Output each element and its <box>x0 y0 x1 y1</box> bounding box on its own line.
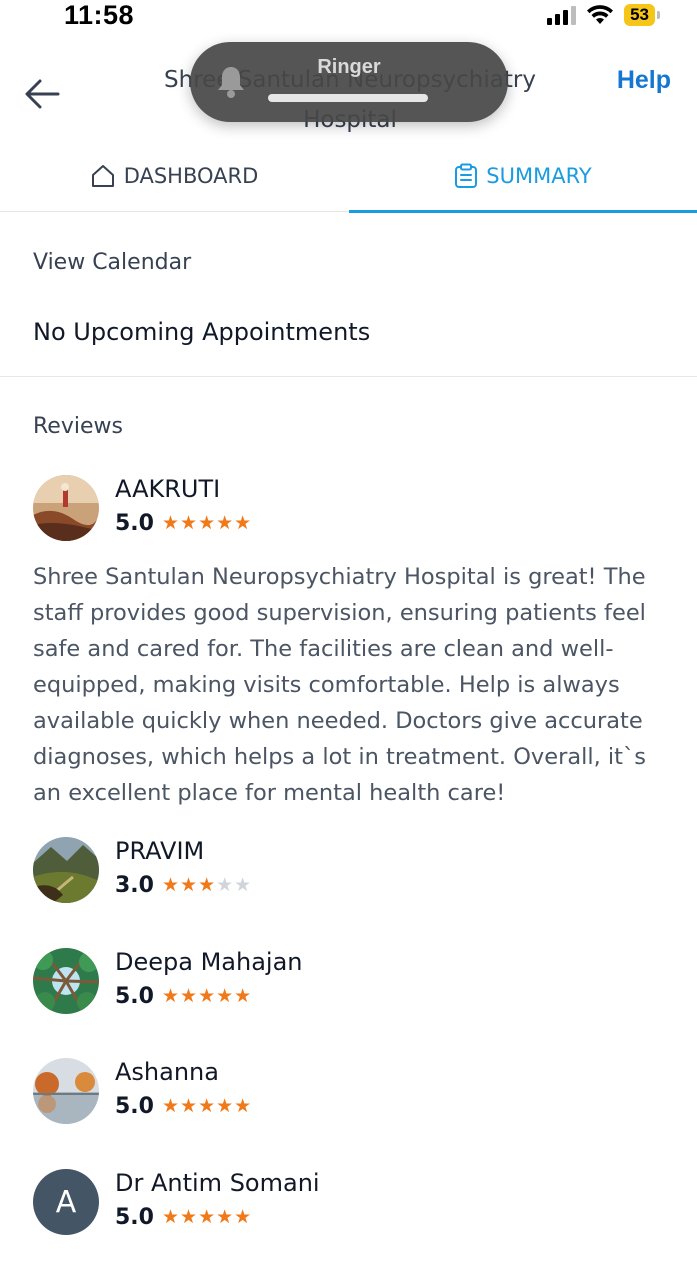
star-filled-icon: ★ <box>198 512 216 534</box>
avatar <box>33 837 99 903</box>
section-divider <box>0 376 697 377</box>
star-filled-icon: ★ <box>234 1095 252 1117</box>
cellular-signal-icon <box>547 5 577 25</box>
clipboard-icon <box>455 163 478 188</box>
ringer-overlay: Ringer <box>190 42 508 122</box>
star-rating: ★ ★ ★ ★ ★ <box>162 876 251 895</box>
star-filled-icon: ★ <box>161 1206 180 1228</box>
avatar <box>33 1058 99 1124</box>
tab-bar: DASHBOARD SUMMARY <box>0 140 697 213</box>
star-filled-icon: ★ <box>180 1206 198 1228</box>
star-filled-icon: ★ <box>180 1095 198 1117</box>
rating-value: 5.0 <box>115 511 154 536</box>
ringer-label: Ringer <box>317 56 381 78</box>
star-filled-icon: ★ <box>234 512 252 534</box>
avatar <box>33 948 99 1014</box>
star-filled-icon: ★ <box>216 1206 234 1228</box>
star-filled-icon: ★ <box>198 874 216 896</box>
star-empty-icon: ★ <box>234 874 252 896</box>
star-filled-icon: ★ <box>198 985 216 1007</box>
star-rating: ★ ★ ★ ★ ★ <box>162 1097 251 1116</box>
wifi-icon <box>587 5 614 24</box>
home-icon <box>91 165 114 187</box>
star-filled-icon: ★ <box>234 1206 252 1228</box>
reviewer-name: Ashanna <box>115 1058 219 1086</box>
star-filled-icon: ★ <box>180 512 198 534</box>
star-filled-icon: ★ <box>161 1095 180 1117</box>
rating-row: 3.0 ★ ★ ★ ★ ★ <box>115 873 251 898</box>
status-time: 11:58 <box>64 0 135 30</box>
battery-indicator: 53 <box>624 4 660 26</box>
review-text: Shree Santulan Neuropsychiatry Hospital … <box>33 564 646 806</box>
star-filled-icon: ★ <box>198 1206 216 1228</box>
star-filled-icon: ★ <box>161 985 180 1007</box>
view-calendar-link[interactable]: View Calendar <box>33 250 191 275</box>
rating-value: 3.0 <box>115 873 154 898</box>
star-filled-icon: ★ <box>161 512 180 534</box>
rating-row: 5.0 ★ ★ ★ ★ ★ <box>115 511 251 536</box>
rating-row: 5.0 ★ ★ ★ ★ ★ <box>115 1094 251 1119</box>
tab-dashboard[interactable]: DASHBOARD <box>0 140 348 212</box>
star-filled-icon: ★ <box>198 1095 216 1117</box>
status-icons: 53 <box>547 4 660 26</box>
reviews-heading: Reviews <box>33 414 123 439</box>
tab-summary-label: SUMMARY <box>486 164 592 188</box>
back-button[interactable] <box>22 74 62 114</box>
rating-value: 5.0 <box>115 1205 154 1230</box>
reviewer-name: AAKRUTI <box>115 475 221 503</box>
status-bar: 11:58 53 <box>0 0 697 36</box>
rating-value: 5.0 <box>115 1094 154 1119</box>
star-filled-icon: ★ <box>180 985 198 1007</box>
star-filled-icon: ★ <box>216 1095 234 1117</box>
avatar <box>33 475 99 541</box>
tab-summary[interactable]: SUMMARY <box>349 140 697 213</box>
star-filled-icon: ★ <box>161 874 180 896</box>
help-link[interactable]: Help <box>617 66 671 95</box>
star-filled-icon: ★ <box>180 874 198 896</box>
tab-dashboard-label: DASHBOARD <box>123 164 259 188</box>
star-empty-icon: ★ <box>216 874 234 896</box>
no-appointments-text: No Upcoming Appointments <box>33 318 371 346</box>
star-rating: ★ ★ ★ ★ ★ <box>162 987 251 1006</box>
star-rating: ★ ★ ★ ★ ★ <box>162 1208 251 1227</box>
back-arrow-icon <box>25 79 60 109</box>
rating-row: 5.0 ★ ★ ★ ★ ★ <box>115 984 251 1009</box>
star-filled-icon: ★ <box>216 512 234 534</box>
star-rating: ★ ★ ★ ★ ★ <box>162 514 251 533</box>
avatar: A <box>33 1169 99 1235</box>
reviewer-name: Deepa Mahajan <box>115 948 303 976</box>
reviewer-name: Dr Antim Somani <box>115 1169 320 1197</box>
rating-value: 5.0 <box>115 984 154 1009</box>
star-filled-icon: ★ <box>234 985 252 1007</box>
reviewer-name: PRAVIM <box>115 837 205 865</box>
star-filled-icon: ★ <box>216 985 234 1007</box>
ringer-volume-bar <box>268 94 428 102</box>
rating-row: 5.0 ★ ★ ★ ★ ★ <box>115 1205 251 1230</box>
